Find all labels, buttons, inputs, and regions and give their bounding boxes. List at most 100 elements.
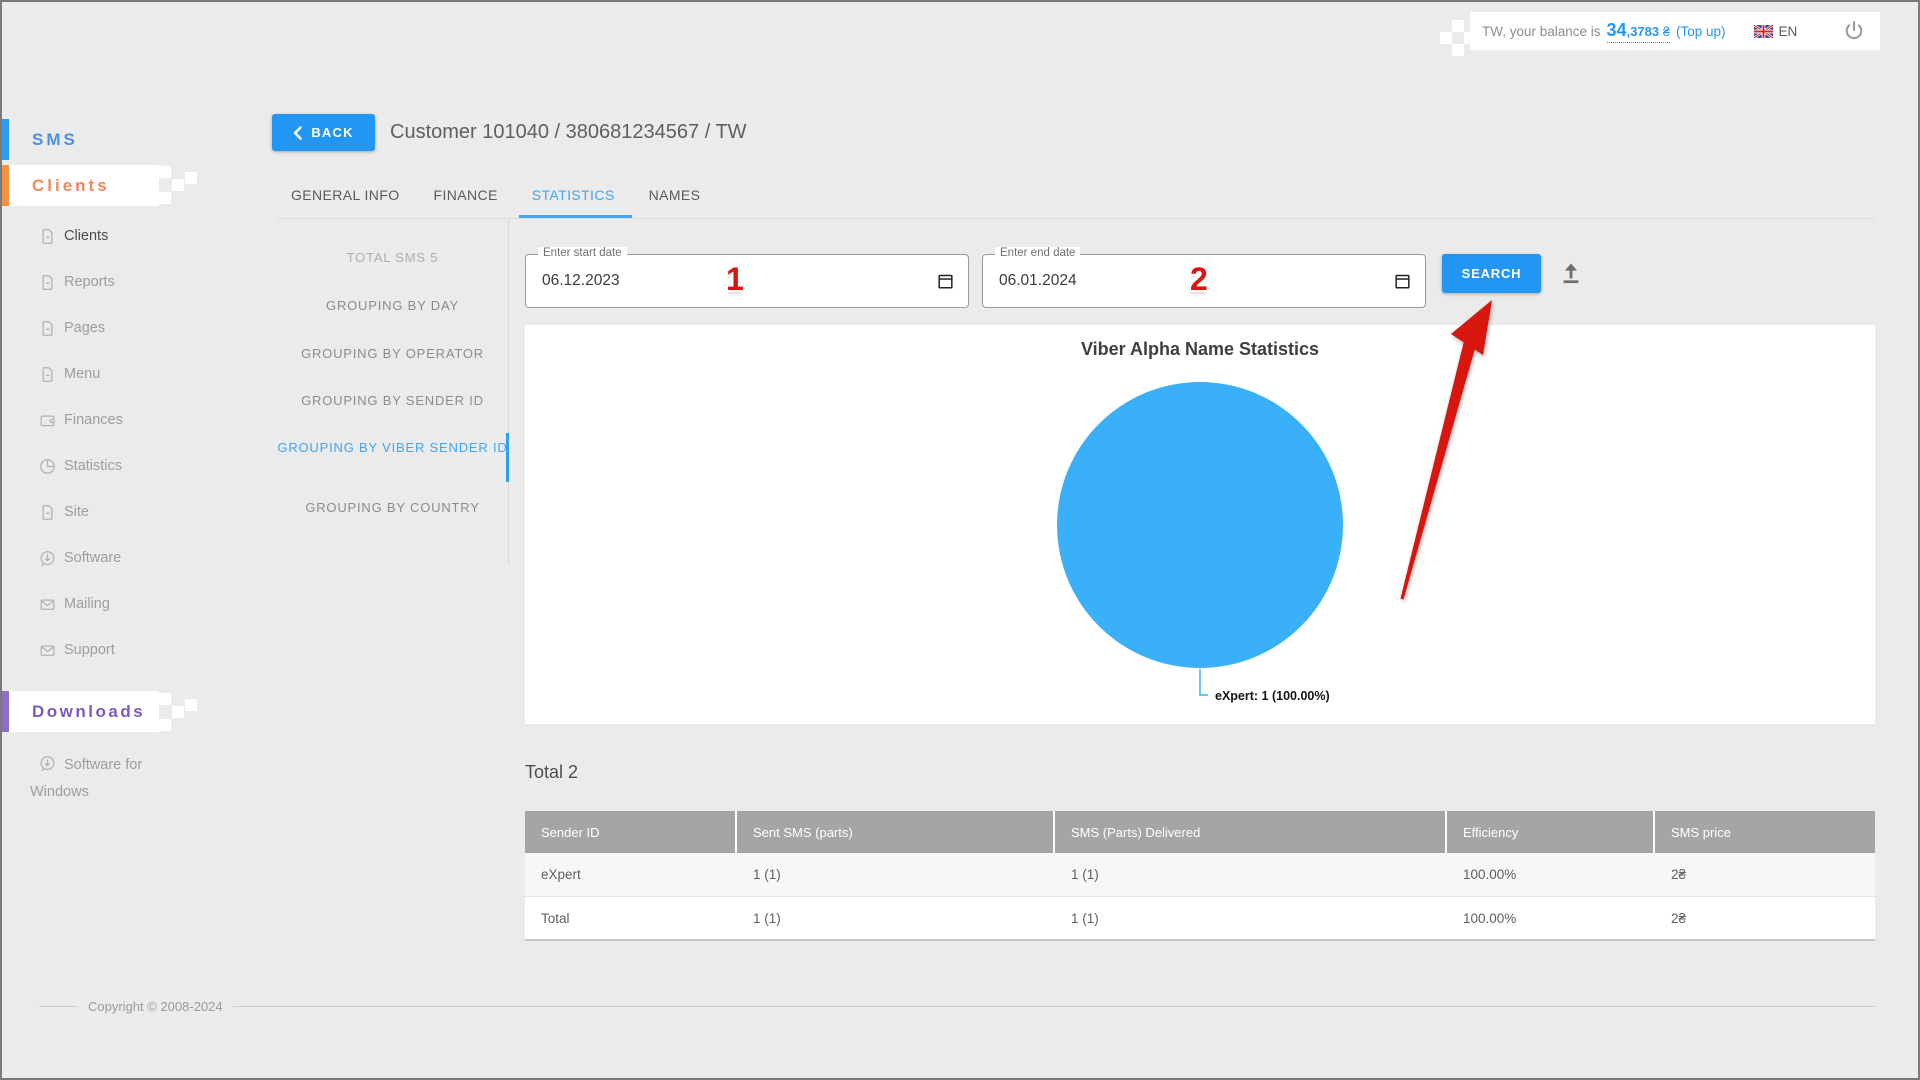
page-title: Customer 101040 / 380681234567 / TW	[390, 121, 747, 143]
search-button[interactable]: SEARCH	[1442, 254, 1541, 293]
viber-statistics-chart-panel: Viber Alpha Name Statistics eXpert: 1 (1…	[525, 325, 1875, 724]
language-label: EN	[1778, 23, 1798, 39]
start-date-label: Enter start date	[538, 247, 627, 259]
sidebar-item-mailing[interactable]: Mailing	[2, 581, 242, 627]
pixel-decoration	[1452, 44, 1464, 56]
pie-label-leader-line	[1199, 669, 1208, 696]
pie-chart: Viber Alpha Name Statistics eXpert: 1 (1…	[1057, 339, 1343, 703]
cell-sender-id: Total	[541, 910, 570, 926]
table-total-label: Total 2	[525, 762, 579, 782]
start-date-value[interactable]: 06.12.2023	[542, 272, 620, 290]
subnav-active-indicator	[506, 433, 509, 482]
power-icon	[1845, 20, 1863, 40]
annotation-step-2: 2	[1190, 261, 1208, 298]
subnav-grouping-by-operator[interactable]: GROUPING BY OPERATOR	[277, 344, 508, 364]
back-button-label: BACK	[311, 125, 354, 140]
subnav-grouping-by-day[interactable]: GROUPING BY DAY	[277, 296, 508, 316]
sidebar-item-label: Finances	[64, 412, 123, 428]
top-bar: TW, your balance is 34,3783 ₴ (Top up) E…	[1470, 12, 1880, 50]
envelope-icon	[40, 645, 55, 656]
sidebar-item-menu[interactable]: Menu	[2, 351, 242, 397]
sidebar-item-statistics[interactable]: Statistics	[2, 443, 242, 489]
sidebar-menu: Clients Reports Pages Menu Finances Stat…	[2, 213, 242, 673]
cell-sent-sms: 1 (1)	[753, 867, 781, 882]
clients-section-label: Clients	[32, 175, 110, 195]
subnav-grouping-by-sender-id[interactable]: GROUPING BY SENDER ID	[277, 391, 508, 411]
footer-divider	[39, 1006, 77, 1007]
copyright-text: Copyright © 2008-2024	[88, 999, 223, 1014]
column-header-sent-sms: Sent SMS (parts)	[737, 811, 1055, 853]
subnav-divider	[508, 219, 509, 565]
chevron-left-icon	[294, 125, 303, 140]
document-icon	[42, 320, 53, 336]
sidebar-section-sms[interactable]: SMS	[2, 119, 159, 160]
sidebar-item-pages[interactable]: Pages	[2, 305, 242, 351]
cell-sms-price: 2₴	[1671, 867, 1687, 882]
end-date-value[interactable]: 06.01.2024	[999, 272, 1077, 290]
envelope-icon	[40, 599, 55, 610]
download-bubble-icon	[40, 550, 55, 566]
pixel-decoration	[185, 699, 197, 711]
tab-statistics[interactable]: STATISTICS	[532, 187, 615, 203]
pie-slice-label: eXpert: 1 (100.00%)	[1215, 689, 1330, 703]
cell-efficiency: 100.00%	[1463, 867, 1517, 882]
pixel-decoration	[172, 706, 184, 718]
sidebar-section-clients[interactable]: Clients	[2, 165, 159, 206]
end-date-field[interactable]: Enter end date 06.01.2024 2	[982, 247, 1426, 308]
document-icon	[42, 228, 53, 244]
sidebar-item-finances[interactable]: Finances	[2, 397, 242, 443]
sidebar-item-reports[interactable]: Reports	[2, 259, 242, 305]
wallet-icon	[40, 415, 55, 426]
column-header-efficiency: Efficiency	[1447, 811, 1655, 853]
balance-value[interactable]: 34,3783 ₴	[1606, 20, 1670, 43]
downloads-section-label: Downloads	[32, 701, 146, 721]
pixel-decoration	[1452, 20, 1464, 32]
statistics-table: Sender ID Sent SMS (parts) SMS (Parts) D…	[525, 811, 1875, 941]
tab-finance[interactable]: FINANCE	[434, 187, 498, 203]
cell-sent-sms: 1 (1)	[753, 910, 781, 926]
active-tab-underline	[519, 215, 632, 218]
currency-symbol: ₴	[1659, 23, 1670, 39]
end-date-label: Enter end date	[995, 247, 1081, 259]
footer-divider	[233, 1006, 1875, 1007]
pixel-decoration	[159, 719, 171, 731]
pixel-decoration	[172, 179, 184, 191]
logout-power-button[interactable]	[1842, 19, 1866, 43]
pixel-decoration	[159, 166, 171, 178]
sidebar-item-site[interactable]: Site	[2, 489, 242, 535]
pixel-decoration	[159, 192, 171, 204]
start-date-field[interactable]: Enter start date 06.12.2023 1	[525, 247, 969, 308]
tab-bar-divider	[277, 218, 1875, 219]
pixel-decoration	[185, 172, 197, 184]
calendar-icon[interactable]	[1393, 272, 1412, 291]
app-window: TW, your balance is 34,3783 ₴ (Top up) E…	[0, 0, 1920, 1080]
sidebar-section-downloads[interactable]: Downloads	[2, 691, 159, 732]
sidebar-item-software[interactable]: Software	[2, 535, 242, 581]
top-up-link[interactable]: (Top up)	[1676, 24, 1726, 39]
pie-slice-expert[interactable]	[1057, 382, 1343, 668]
sidebar-item-label: Menu	[64, 366, 101, 382]
cell-delivered: 1 (1)	[1071, 910, 1099, 926]
upload-icon[interactable]	[1558, 260, 1584, 286]
chart-title: Viber Alpha Name Statistics	[1081, 339, 1319, 359]
document-icon	[42, 366, 53, 382]
sidebar-item-software-for-windows[interactable]: Software for Windows	[30, 752, 182, 806]
table-row-total: Total 1 (1) 1 (1) 100.00% 2₴	[525, 897, 1875, 941]
sidebar-item-label: Pages	[64, 320, 106, 336]
table-header-row: Sender ID Sent SMS (parts) SMS (Parts) D…	[525, 811, 1875, 853]
tab-names[interactable]: NAMES	[649, 187, 701, 203]
sms-section-label: SMS	[32, 129, 78, 149]
sidebar-item-label: Statistics	[64, 458, 123, 474]
annotation-step-1: 1	[726, 261, 744, 298]
sidebar-item-clients[interactable]: Clients	[2, 213, 242, 259]
subnav-grouping-by-viber-sender-id[interactable]: GROUPING BY VIBER SENDER ID	[277, 438, 508, 458]
subnav-grouping-by-country[interactable]: GROUPING BY COUNTRY	[277, 498, 508, 518]
tab-general-info[interactable]: GENERAL INFO	[291, 187, 400, 203]
calendar-icon[interactable]	[936, 272, 955, 291]
cell-delivered: 1 (1)	[1071, 867, 1099, 882]
language-selector[interactable]: EN	[1753, 23, 1798, 39]
column-header-sender-id: Sender ID	[525, 811, 737, 853]
sidebar-item-support[interactable]: Support	[2, 627, 242, 673]
back-button[interactable]: BACK	[272, 114, 375, 151]
pixel-decoration	[159, 693, 171, 705]
